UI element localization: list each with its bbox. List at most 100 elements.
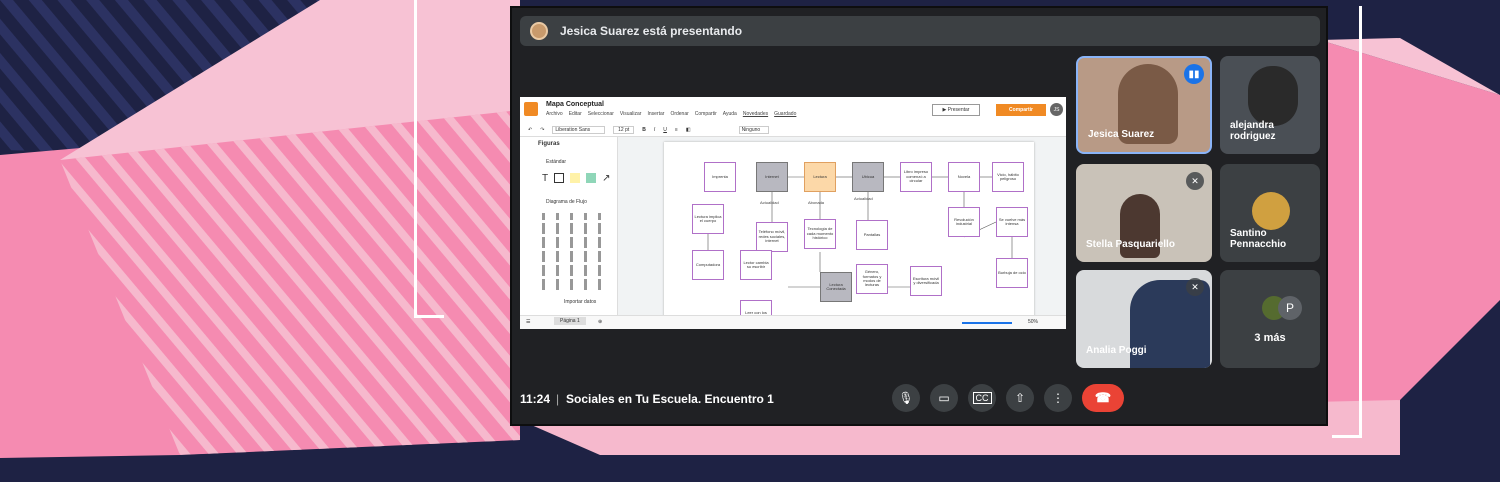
diagram-node[interactable]: Tecnología de cada momento histórico — [804, 219, 836, 249]
diagram-node[interactable]: Lectura Conectada — [820, 272, 852, 302]
participant-tile[interactable]: ▮▮ Jesica Suarez — [1076, 56, 1212, 154]
diagram-node[interactable]: Novela — [948, 162, 980, 192]
edge-label-3: Actualidad — [854, 196, 873, 201]
decor-bracket-right — [1332, 6, 1362, 438]
participant-tile[interactable]: Santino Pennacchio — [1220, 164, 1320, 262]
standard-shapes: T ↗ — [542, 173, 611, 184]
diagram-node[interactable]: Lector cambia su escribir — [740, 250, 772, 280]
menu-insertar[interactable]: Insertar — [647, 111, 664, 117]
diagram-canvas[interactable]: Imprenta Internet Lectura Ubicua Libro impre… — [618, 137, 1066, 329]
doc-user-avatar[interactable]: JS — [1050, 103, 1063, 116]
mic-off-icon: ✕ — [1186, 172, 1204, 190]
participant-tile[interactable]: alejandra rodriguez — [1220, 56, 1320, 154]
doc-menu: Archivo Editar Seleccionar Visualizar In… — [546, 111, 796, 117]
bottom-bar: 11:24 | Sociales en Tu Escuela. Encuentr… — [512, 380, 1326, 420]
menu-archivo[interactable]: Archivo — [546, 111, 563, 117]
hang-up-icon: ☎ — [1094, 390, 1112, 405]
diagram-node[interactable]: Burbuja de ocio — [996, 258, 1028, 288]
diagram-node[interactable]: Revolución industrial — [948, 207, 980, 237]
arrow-shape-icon[interactable]: ↗ — [602, 173, 610, 184]
edge-label-1: Actualidad — [760, 200, 779, 205]
menu-guardado[interactable]: Guardado — [774, 111, 796, 117]
note-shape-icon[interactable] — [570, 173, 581, 183]
meet-window: Jesica Suarez está presentando Mapa Conc… — [510, 6, 1328, 426]
decor-bracket-left — [414, 0, 444, 318]
camera-button[interactable]: ▭ — [930, 384, 958, 412]
section-flow[interactable]: Diagrama de Flujo — [546, 199, 587, 205]
presenting-text: Jesica Suarez está presentando — [560, 24, 743, 38]
camera-icon: ▭ — [938, 391, 950, 405]
shapes-panel: Figuras Estándar T ↗ Diagrama de Flujo I… — [520, 137, 618, 317]
share-doc-button[interactable]: Compartir — [996, 104, 1046, 116]
diagram-node[interactable]: Vicio, hábito peligroso — [992, 162, 1024, 192]
menu-compartir[interactable]: Compartir — [695, 111, 717, 117]
fill-color-icon[interactable]: ◧ — [686, 127, 691, 133]
undo-icon[interactable]: ↶ — [528, 127, 532, 133]
captions-button[interactable]: CC — [968, 384, 996, 412]
more-avatar-letter: P — [1278, 296, 1302, 320]
diagram-node[interactable]: Pantallas — [856, 220, 888, 250]
mic-off-icon: ✕ — [1186, 278, 1204, 296]
section-standard[interactable]: Estándar — [546, 159, 566, 165]
menu-novedades[interactable]: Novedades — [743, 111, 768, 117]
list-view-icon[interactable]: ☰ — [526, 319, 530, 325]
edge-label-2: Abonada — [808, 200, 825, 205]
diagram-node[interactable]: Computadora — [692, 250, 724, 280]
more-vert-icon: ⋮ — [1052, 391, 1064, 405]
add-page-icon[interactable]: ⊕ — [598, 319, 602, 325]
participant-tile[interactable]: ✕ Stella Pasquariello — [1076, 164, 1212, 262]
present-now-button[interactable]: ⇧ — [1006, 384, 1034, 412]
more-options-button[interactable]: ⋮ — [1044, 384, 1072, 412]
diagram-node[interactable]: Ubicua — [852, 162, 884, 192]
participant-tile[interactable]: ✕ Analia Poggi — [1076, 270, 1212, 368]
underline-icon[interactable]: U — [663, 127, 667, 133]
diagram-node[interactable]: Se vuelve más intensa — [996, 207, 1028, 237]
more-label: 3 más — [1254, 332, 1286, 344]
menu-editar[interactable]: Editar — [569, 111, 582, 117]
lightning-shape-icon[interactable] — [586, 173, 597, 183]
participant-name: Analia Poggi — [1086, 345, 1147, 356]
page-tab[interactable]: Página 1 — [554, 317, 586, 325]
present-button[interactable]: ▶ Presentar — [932, 104, 980, 116]
diagram-node[interactable]: Teléfono móvil, redes sociales, internet — [756, 222, 788, 252]
diagram-node[interactable]: Imprenta — [704, 162, 736, 192]
presenter-avatar — [530, 22, 548, 40]
mic-icon: 🎙 — [898, 391, 914, 405]
menu-seleccionar[interactable]: Seleccionar — [588, 111, 614, 117]
present-screen-icon: ⇧ — [1014, 391, 1026, 405]
menu-ordenar[interactable]: Ordenar — [670, 111, 688, 117]
diagram-node[interactable]: Lectura — [804, 162, 836, 192]
font-select[interactable]: Liberation Sans — [552, 125, 606, 134]
menu-visualizar[interactable]: Visualizar — [620, 111, 642, 117]
zoom-level[interactable]: 50% — [1028, 319, 1038, 325]
rect-shape-icon[interactable] — [554, 173, 565, 183]
align-icon[interactable]: ≡ — [675, 127, 678, 133]
diagram-node[interactable]: Escritura móvil y diversificada — [910, 266, 942, 296]
redo-icon[interactable]: ↷ — [540, 127, 544, 133]
zoom-slider[interactable] — [962, 322, 1012, 324]
drawio-logo-icon — [524, 102, 538, 116]
italic-icon[interactable]: I — [654, 127, 655, 133]
font-size-select[interactable]: 12 pt — [613, 125, 635, 134]
bold-icon[interactable]: B — [642, 127, 646, 133]
diagram-node[interactable]: Internet — [756, 162, 788, 192]
shared-screen[interactable]: Mapa Conceptual Archivo Editar Seleccion… — [520, 97, 1066, 329]
more-participants-tile[interactable]: P 3 más — [1220, 270, 1320, 368]
mic-button[interactable]: 🎙 — [892, 384, 920, 412]
doc-statusbar: ☰ Página 1 ⊕ 50% — [520, 315, 1066, 329]
end-call-button[interactable]: ☎ — [1082, 384, 1124, 412]
text-shape-icon[interactable]: T — [542, 173, 548, 184]
divider: | — [556, 392, 560, 406]
line-style-select[interactable]: Ninguno — [738, 125, 770, 134]
diagram-node[interactable]: Lectura implica el cuerpo — [692, 204, 724, 234]
diagram-node[interactable]: Libro impreso comenzó a circular — [900, 162, 932, 192]
captions-icon: CC — [972, 392, 992, 404]
import-data-link[interactable]: Importar datos — [564, 299, 596, 305]
participant-name: Jesica Suarez — [1088, 129, 1155, 140]
share-label: Compartir — [1009, 107, 1033, 113]
menu-ayuda[interactable]: Ayuda — [723, 111, 737, 117]
flow-shapes-grid[interactable] — [542, 213, 612, 293]
diagram-node[interactable]: Género, formatos y modos de lecturas — [856, 264, 888, 294]
shapes-title: Figuras — [538, 141, 560, 147]
doc-toolbar: ↶ ↷ Liberation Sans 12 pt B I U ≡ ◧ Ning… — [520, 123, 1066, 137]
